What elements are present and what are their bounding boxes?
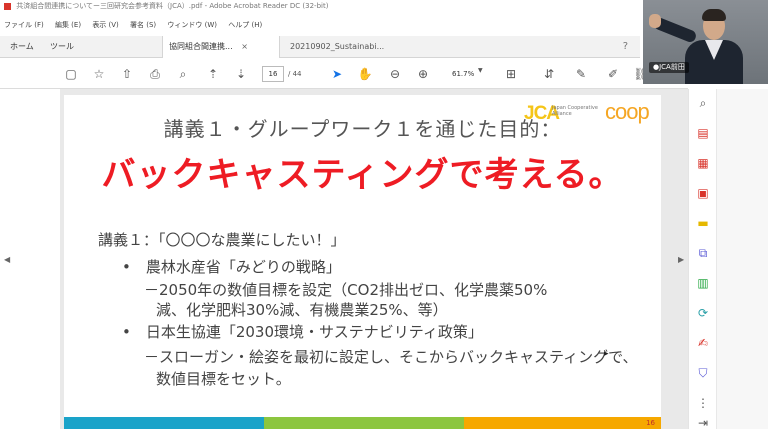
tabbar-right-controls: ? — [623, 36, 640, 58]
slide-title: 講義１・グループワーク１を通じた目的： — [163, 117, 562, 141]
presenter-hair — [702, 9, 726, 21]
tab-document-1[interactable]: 協同組合間連携... × — [162, 36, 280, 58]
select-cursor-icon[interactable]: ➤ — [328, 65, 346, 83]
tools-pane: ⌕ ▤ ▦ ▣ ▬ ⧉ ▥ ⟳ ✍ ⛉ ⋮ ⇥ — [688, 89, 716, 429]
body-line: 講義１：「〇〇〇な農業にしたい！」 — [98, 231, 346, 249]
print-icon[interactable]: ⎙ — [146, 65, 164, 83]
combine-files-icon[interactable]: ⧉ — [695, 245, 711, 261]
organize-pages-icon[interactable]: ▦ — [695, 155, 711, 171]
menu-file[interactable]: ファイル (F) — [4, 21, 44, 29]
acrobat-icon — [4, 2, 11, 10]
presenter-name-tag: ●JCA前田 — [649, 62, 689, 73]
tab-bar: ホーム ツール 協同組合間連携... × 20210902_Sustainabi… — [0, 36, 640, 58]
toolbar: ▢ ☆ ⇧ ⎙ ⌕ ⇡ ⇣ 16 / 44 ➤ ✋ ⊖ ⊕ 61.7% ▼ ⊞ … — [0, 59, 688, 89]
slide-headline: バックキャスティングで考える。 — [101, 155, 624, 195]
tab-document-2[interactable]: 20210902_Sustainabi... — [284, 36, 394, 58]
protect-shield-icon[interactable]: ⛉ — [695, 365, 711, 381]
hand-tool-icon[interactable]: ✋ — [356, 65, 374, 83]
menu-edit[interactable]: 編集 (E) — [55, 21, 81, 29]
page-up-icon[interactable]: ⇡ — [204, 65, 222, 83]
collapse-pane-icon[interactable]: ⇥ — [695, 415, 711, 429]
collapse-left-icon[interactable]: ◀ — [4, 255, 10, 264]
page-number-input[interactable]: 16 — [262, 66, 284, 82]
mouse-cursor-icon: ▸ — [604, 349, 609, 359]
body-line: －2050年の数値目標を設定（CO2排出ゼロ、化学農薬50% — [144, 281, 548, 299]
zoom-level[interactable]: 61.7% — [452, 66, 474, 82]
export-pdf-icon[interactable]: ▣ — [695, 185, 711, 201]
compress-icon[interactable]: ⟳ — [695, 305, 711, 321]
acrobat-window: 共済組合間連携についてー三回研究会参考資料（JCA）.pdf - Adobe A… — [0, 0, 768, 429]
excel-export-icon[interactable]: ▥ — [695, 275, 711, 291]
webcam-overlay: ●JCA前田 — [643, 0, 768, 84]
body-line: －スローガン・絵姿を最初に設定し、そこからバックキャスティングで、 — [144, 348, 638, 366]
scroll-mode-icon[interactable]: ⇵ — [540, 65, 558, 83]
zoom-out-icon[interactable]: ⊖ — [386, 65, 404, 83]
body-line: • 日本生協連「2030環境・サステナビリティ政策」 — [122, 323, 483, 341]
menu-view[interactable]: 表示 (V) — [92, 21, 118, 29]
menu-sign[interactable]: 署名 (S) — [130, 21, 156, 29]
close-icon[interactable]: × — [241, 42, 248, 51]
fit-page-icon[interactable]: ⊞ — [502, 65, 520, 83]
footer-segment-blue — [64, 417, 264, 429]
body-line: • 農林水産省「みどりの戦略」 — [122, 258, 341, 276]
footer-segment-green — [264, 417, 464, 429]
more-tools-icon[interactable]: ⋮ — [695, 395, 711, 411]
zoom-in-icon[interactable]: ⊕ — [414, 65, 432, 83]
menu-window[interactable]: ウィンドウ (W) — [167, 21, 217, 29]
page-down-icon[interactable]: ⇣ — [232, 65, 250, 83]
upload-icon[interactable]: ⇧ — [118, 65, 136, 83]
create-pdf-icon[interactable]: ▤ — [695, 125, 711, 141]
collapse-right-icon[interactable]: ▶ — [678, 255, 684, 264]
help-icon[interactable]: ? — [623, 41, 628, 52]
tab-home[interactable]: ホーム — [4, 36, 40, 58]
body-line: 数値目標をセット。 — [156, 370, 291, 388]
tab-tools[interactable]: ツール — [44, 36, 80, 58]
slide-page-number: 16 — [646, 419, 655, 427]
comment-tool-icon[interactable]: ▬ — [695, 215, 711, 231]
far-right-panel — [716, 89, 768, 429]
bookmark-star-icon[interactable]: ☆ — [90, 65, 108, 83]
presenter-hand — [649, 14, 661, 28]
menu-help[interactable]: ヘルプ (H) — [228, 21, 262, 29]
comment-icon[interactable]: ✎ — [572, 65, 590, 83]
footer-segment-orange — [464, 417, 661, 429]
fill-sign-icon[interactable]: ✍ — [695, 335, 711, 351]
search-icon[interactable]: ⌕ — [174, 65, 192, 83]
tab-document-1-label: 協同組合間連携... — [169, 42, 233, 51]
page-total: / 44 — [288, 70, 302, 78]
tab-document-2-label: 20210902_Sustainabi... — [290, 42, 385, 51]
slide-footer-bar: 16 — [64, 417, 661, 429]
chevron-down-icon[interactable]: ▼ — [478, 67, 483, 74]
menu-bar: ファイル (F) 編集 (E) 表示 (V) 署名 (S) ウィンドウ (W) … — [0, 18, 271, 32]
window-title: 共済組合間連携についてー三回研究会参考資料（JCA）.pdf - Adobe A… — [16, 2, 329, 10]
highlight-icon[interactable]: ✐ — [604, 65, 622, 83]
body-line: 減、化学肥料30%減、有機農業25%、等） — [156, 301, 448, 319]
slide-page: JCA Japan Cooperative Alliance coop 講義１・… — [64, 95, 661, 429]
save-icon[interactable]: ▢ — [62, 65, 80, 83]
zoom-search-icon[interactable]: ⌕ — [695, 95, 711, 111]
